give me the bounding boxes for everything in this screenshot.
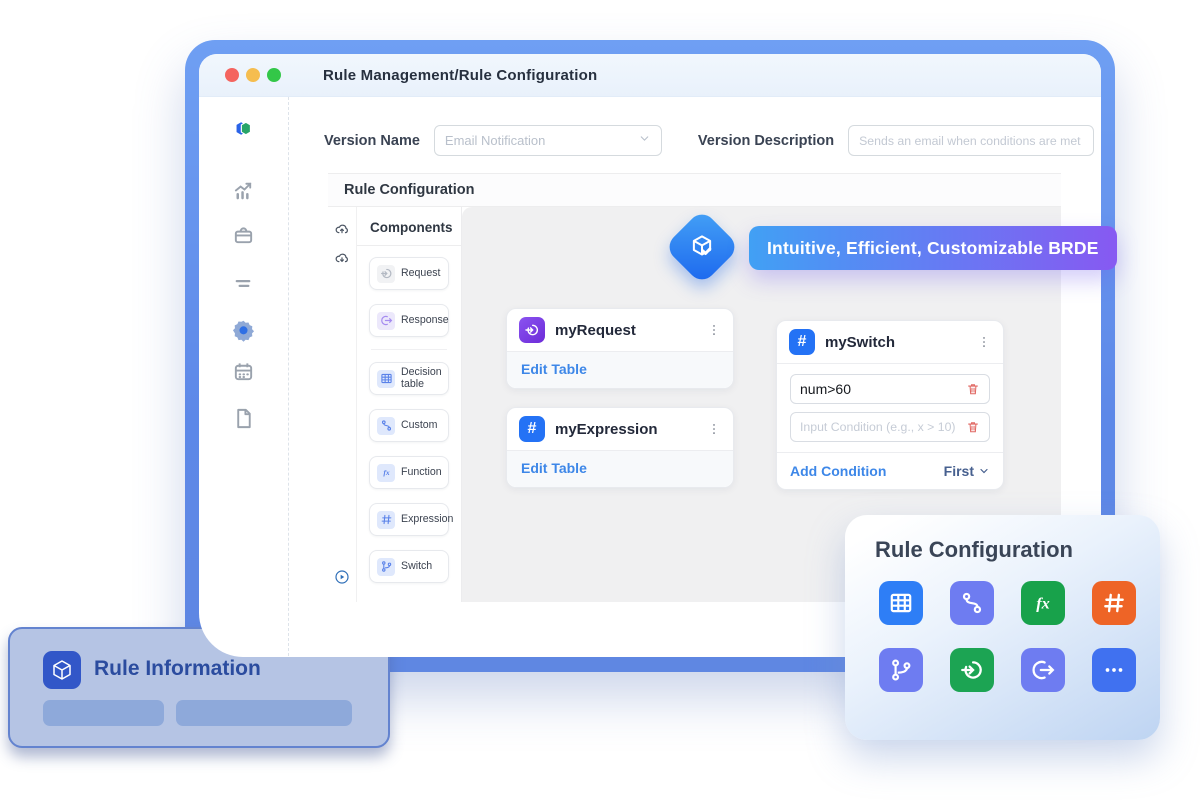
delete-condition-icon[interactable]	[966, 382, 980, 396]
expression-icon	[377, 511, 395, 529]
order-dropdown[interactable]: First	[944, 463, 990, 479]
node-myswitch[interactable]: # mySwitch num>60	[776, 320, 1004, 490]
page: Rule Information Rule Management/Rule Co…	[0, 0, 1200, 800]
component-label: Function	[401, 467, 442, 478]
component-expression[interactable]: Expression	[369, 503, 449, 536]
version-description-label: Version Description	[698, 133, 834, 149]
chevron-down-icon	[978, 465, 990, 477]
sidebar-item-document[interactable]	[232, 407, 255, 430]
cloud-upload-icon[interactable]	[335, 222, 350, 242]
rule-configuration-card: Rule Configuration fx	[845, 515, 1160, 740]
component-custom[interactable]: Custom	[369, 409, 449, 442]
promo-card-title: Rule Configuration	[875, 537, 1073, 563]
edit-table-link[interactable]: Edit Table	[521, 460, 587, 476]
chevron-down-icon	[638, 132, 651, 150]
component-label: Switch	[401, 561, 432, 572]
component-label: Custom	[401, 420, 438, 431]
kebab-menu-icon[interactable]	[977, 335, 991, 349]
version-form: Version Name Email Notification Version …	[324, 125, 1094, 156]
component-response[interactable]: Response	[369, 304, 449, 337]
sidebar-item-analytics[interactable]	[232, 178, 255, 201]
more-tile-icon[interactable]	[1092, 648, 1136, 692]
add-condition-link[interactable]: Add Condition	[790, 463, 886, 479]
sidebar-item-toolbox[interactable]	[232, 223, 255, 246]
version-description-input[interactable]: Sends an email when conditions are met	[848, 125, 1094, 156]
section-title: Rule Configuration	[328, 173, 1061, 207]
expression-tile-icon[interactable]	[1092, 581, 1136, 625]
condition-input-filled[interactable]: num>60	[790, 374, 990, 404]
response-tile-icon[interactable]	[1021, 648, 1065, 692]
version-name-label: Version Name	[324, 133, 420, 149]
sidebar	[199, 97, 289, 656]
cloud-download-icon[interactable]	[335, 251, 350, 271]
decision-table-tile-icon[interactable]	[879, 581, 923, 625]
decision-table-icon	[377, 370, 395, 388]
components-panel: Components Request	[357, 207, 462, 602]
brde-banner: Intuitive, Efficient, Customizable BRDE	[749, 226, 1117, 270]
custom-tile-icon[interactable]	[950, 581, 994, 625]
function-tile-icon[interactable]: fx	[1021, 581, 1065, 625]
app-logo-icon	[232, 117, 255, 140]
traffic-lights	[225, 68, 281, 82]
components-title: Components	[357, 207, 461, 246]
titlebar: Rule Management/Rule Configuration	[199, 54, 1101, 97]
edit-table-link[interactable]: Edit Table	[521, 361, 587, 377]
switch-node-icon: #	[789, 329, 815, 355]
sidebar-item-settings[interactable]	[232, 319, 255, 342]
node-myexpression[interactable]: # myExpression Edit Table	[506, 407, 734, 488]
window-title: Rule Management/Rule Configuration	[323, 67, 597, 84]
version-name-select[interactable]: Email Notification	[434, 125, 662, 156]
close-button[interactable]	[225, 68, 239, 82]
maximize-button[interactable]	[267, 68, 281, 82]
component-switch[interactable]: Switch	[369, 550, 449, 583]
condition-placeholder: Input Condition (e.g., x > 10)	[800, 420, 956, 434]
feature-tile-grid: fx	[879, 581, 1136, 692]
brde-diamond-icon	[664, 209, 740, 285]
expression-node-icon: #	[519, 416, 545, 442]
component-label: Expression	[401, 514, 453, 525]
request-tile-icon[interactable]	[950, 648, 994, 692]
node-title: myRequest	[555, 322, 697, 339]
component-decision-table[interactable]: Decision table	[369, 362, 449, 395]
custom-icon	[377, 417, 395, 435]
sidebar-item-calendar[interactable]	[232, 360, 255, 383]
node-title: mySwitch	[825, 334, 967, 351]
condition-input-empty[interactable]: Input Condition (e.g., x > 10)	[790, 412, 990, 442]
component-request[interactable]: Request	[369, 257, 449, 290]
cube-icon	[43, 651, 81, 689]
tool-rail	[328, 207, 357, 602]
banner-text: Intuitive, Efficient, Customizable BRDE	[767, 238, 1099, 259]
function-icon: fx	[377, 464, 395, 482]
kebab-menu-icon[interactable]	[707, 422, 721, 436]
info-card-title: Rule Information	[94, 657, 261, 681]
svg-text:fx: fx	[1036, 594, 1050, 612]
request-node-icon	[519, 317, 545, 343]
switch-tile-icon[interactable]	[879, 648, 923, 692]
response-icon	[377, 312, 395, 330]
component-label: Decision table	[401, 367, 442, 389]
run-button-icon[interactable]	[334, 569, 350, 590]
version-name-value: Email Notification	[445, 133, 545, 148]
order-value: First	[944, 463, 974, 479]
version-description-placeholder: Sends an email when conditions are met	[859, 134, 1080, 148]
sidebar-item-list[interactable]	[232, 272, 255, 295]
component-label: Request	[401, 268, 440, 279]
kebab-menu-icon[interactable]	[707, 323, 721, 337]
svg-text:fx: fx	[383, 468, 390, 477]
component-label: Response	[401, 315, 449, 326]
switch-icon	[377, 558, 395, 576]
placeholder-bar	[176, 700, 352, 726]
condition-value: num>60	[800, 381, 851, 397]
divider	[371, 349, 447, 350]
node-title: myExpression	[555, 421, 697, 438]
placeholder-bar	[43, 700, 164, 726]
request-icon	[377, 265, 395, 283]
delete-condition-icon[interactable]	[966, 420, 980, 434]
node-myrequest[interactable]: myRequest Edit Table	[506, 308, 734, 389]
component-function[interactable]: fx Function	[369, 456, 449, 489]
minimize-button[interactable]	[246, 68, 260, 82]
